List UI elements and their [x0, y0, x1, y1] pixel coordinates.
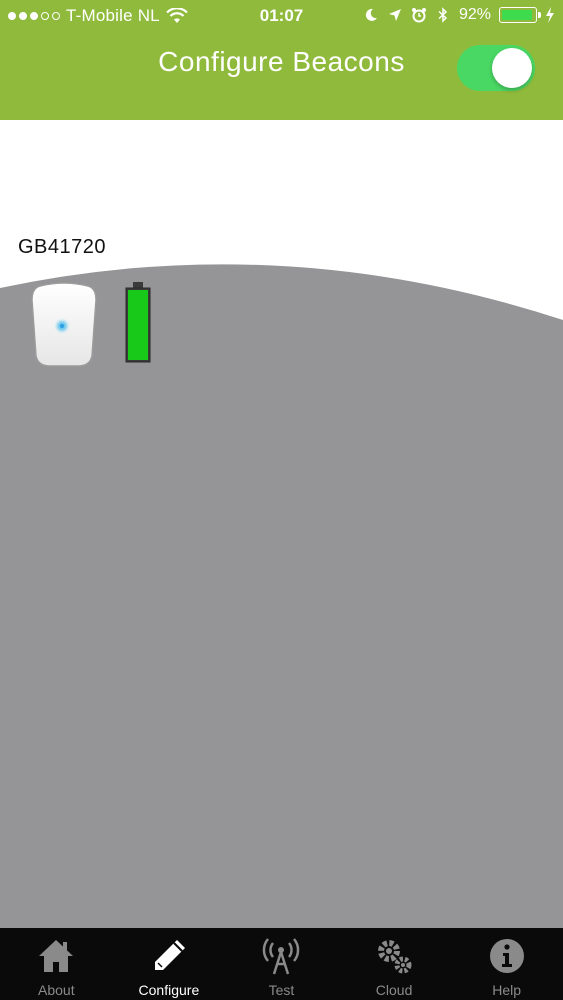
- wifi-icon: [166, 8, 188, 23]
- charging-bolt-icon: [546, 7, 554, 23]
- carrier-name: T-Mobile NL: [66, 6, 160, 25]
- battery-percent: 92%: [458, 6, 491, 23]
- status-bar: T-Mobile NL 01:07 92%: [0, 0, 563, 32]
- tab-test-label: Test: [268, 982, 295, 998]
- tab-help-label: Help: [492, 982, 522, 998]
- tab-about-label: About: [38, 982, 75, 998]
- tab-configure-label: Configure: [138, 982, 200, 998]
- beacon-device-icon[interactable]: [30, 282, 98, 368]
- location-arrow-icon: [388, 9, 401, 21]
- info-icon: [489, 939, 524, 973]
- battery-icon: [499, 7, 541, 23]
- signal-strength-icon: [8, 12, 60, 20]
- tab-test[interactable]: Test: [225, 928, 338, 1000]
- tab-configure[interactable]: Configure: [113, 928, 226, 1000]
- alarm-icon: [411, 8, 426, 23]
- bluetooth-icon: [438, 7, 448, 23]
- toggle-knob: [492, 48, 532, 88]
- moon-icon: [365, 8, 377, 21]
- tab-cloud[interactable]: Cloud: [338, 928, 451, 1000]
- beacon-battery-indicator: [125, 282, 151, 363]
- pencil-icon: [154, 940, 185, 970]
- antenna-icon: [263, 938, 300, 975]
- gears-icon: [378, 940, 412, 974]
- status-time: 01:07: [259, 6, 304, 25]
- tab-about[interactable]: About: [0, 928, 113, 1000]
- tab-bar: About Configure Test Cloud Help: [0, 928, 563, 1000]
- header: T-Mobile NL 01:07 92% Configure Beacons: [0, 0, 563, 120]
- beacon-id-label: GB41720: [18, 236, 107, 258]
- home-icon: [39, 940, 74, 972]
- tab-cloud-label: Cloud: [375, 982, 413, 998]
- beacons-toggle[interactable]: [457, 45, 535, 91]
- tab-help[interactable]: Help: [450, 928, 563, 1000]
